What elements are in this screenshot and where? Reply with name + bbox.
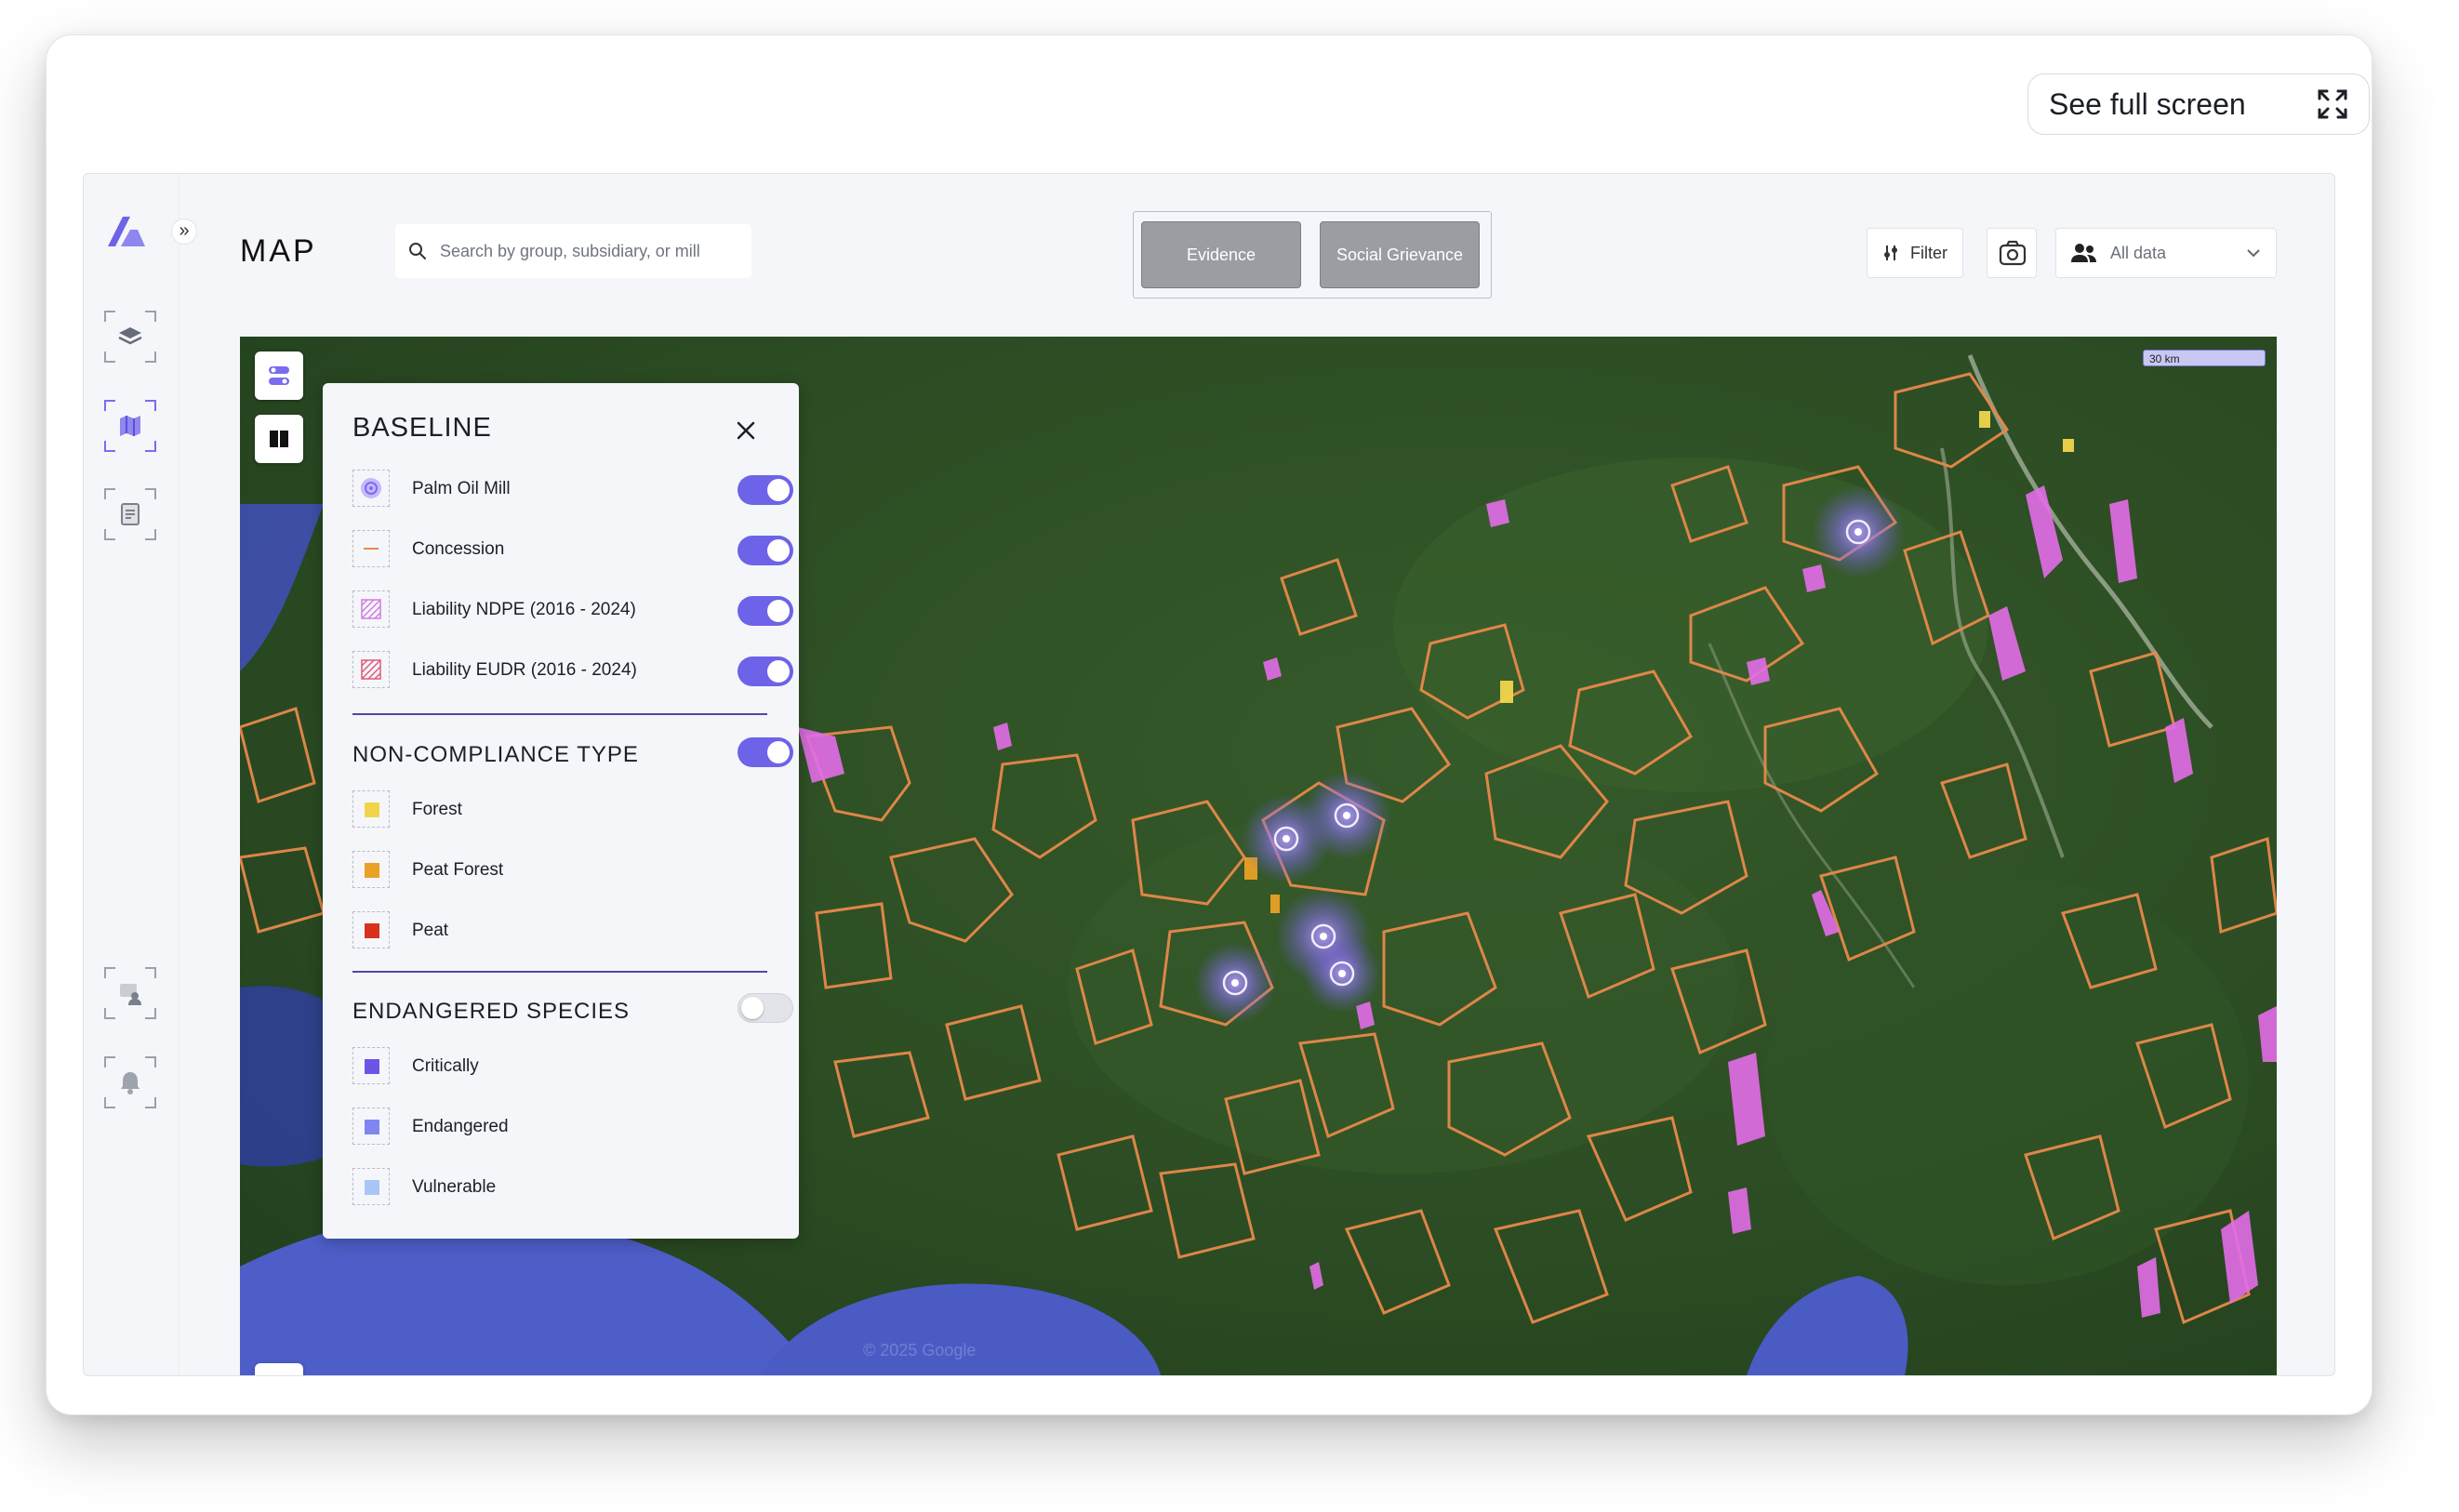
legend-item-endangered: Endangered (352, 1107, 762, 1148)
legend-item-peat-forest: Peat Forest (352, 851, 762, 892)
page-title: MAP (240, 233, 317, 269)
toggle-noncompliance[interactable] (738, 737, 793, 767)
document-icon (121, 503, 140, 525)
users-icon (2071, 244, 2096, 262)
baseline-title: BASELINE (352, 413, 492, 443)
toggle-liability-ndpe[interactable] (738, 596, 793, 626)
sidebar-item-map[interactable] (104, 400, 156, 452)
toggle-concession[interactable] (738, 536, 793, 565)
sidebar-item-notifications[interactable] (104, 1056, 156, 1108)
legend-item-concession: Concession (352, 530, 793, 571)
filter-icon (1884, 245, 1897, 260)
browser-window: See full screen » MAP Search by group, s… (46, 34, 2373, 1415)
toggle-palm-oil-mill[interactable] (738, 475, 793, 505)
view-toggle-group: Evidence Social Grievance (1133, 211, 1492, 298)
hatch-icon (361, 599, 381, 619)
noncompliance-title: NON-COMPLIANCE TYPE (352, 742, 639, 767)
map-icon (120, 416, 140, 436)
legend-label: Critically (412, 1056, 479, 1076)
see-full-screen-label: See full screen (2049, 86, 2246, 121)
legend-label: Endangered (412, 1117, 509, 1136)
tab-social-grievance[interactable]: Social Grievance (1320, 221, 1480, 288)
swatch (352, 1107, 390, 1145)
filter-label: Filter (1910, 243, 1947, 262)
layers-icon (118, 327, 142, 345)
group-icon (120, 984, 141, 1005)
chevron-down-icon (2247, 249, 2260, 258)
search-placeholder: Search by group, subsidiary, or mill (440, 241, 700, 260)
search-icon (409, 243, 426, 259)
data-scope-select[interactable]: All data (2055, 228, 2277, 278)
swatch (352, 911, 390, 948)
book-icon (270, 431, 288, 447)
basemap-button[interactable] (255, 415, 303, 463)
legend-item-forest: Forest (352, 790, 762, 831)
map-scale-bar: 30 km (2143, 350, 2266, 366)
legend-label: Concession (412, 539, 505, 559)
sidebar-item-documents[interactable] (104, 488, 156, 540)
map-attribution: © 2025 Google (863, 1341, 977, 1359)
legend-item-critically: Critically (352, 1047, 762, 1088)
expand-icon (2318, 89, 2347, 119)
legend-label: Peat Forest (412, 860, 504, 880)
section-divider (352, 713, 767, 715)
legend-item-palm-oil-mill: Palm Oil Mill (352, 470, 793, 511)
hatch-icon (361, 659, 381, 680)
legend-label: Forest (412, 800, 462, 819)
swatch (352, 530, 390, 567)
legend-item-peat: Peat (352, 911, 762, 952)
map-extra-button[interactable] (255, 1363, 303, 1375)
bell-icon (121, 1072, 140, 1094)
legend-item-vulnerable: Vulnerable (352, 1168, 762, 1209)
legend-toggle-button[interactable] (255, 351, 303, 400)
see-full-screen-button[interactable]: See full screen (2027, 73, 2370, 135)
swatch (352, 1168, 390, 1205)
legend-label: Palm Oil Mill (412, 479, 511, 498)
search-input[interactable]: Search by group, subsidiary, or mill (395, 224, 751, 278)
swatch (352, 470, 390, 507)
swatch (352, 851, 390, 888)
tab-evidence[interactable]: Evidence (1141, 221, 1301, 288)
data-scope-value: All data (2110, 243, 2167, 262)
swatch (352, 590, 390, 628)
legend-item-liability-ndpe: Liability NDPE (2016 - 2024) (352, 590, 793, 631)
app-container: » MAP Search by group, subsidiary, or mi… (83, 173, 2335, 1376)
swatch (352, 651, 390, 688)
swatch (352, 790, 390, 828)
legend-label: Liability NDPE (2016 - 2024) (412, 600, 636, 619)
legend-label: Peat (412, 921, 449, 940)
close-icon[interactable] (732, 417, 760, 444)
camera-icon (1999, 240, 2027, 266)
swatch (352, 1047, 390, 1084)
filter-button[interactable]: Filter (1867, 228, 1963, 278)
section-divider (352, 971, 767, 973)
toggle-endangered-species[interactable] (738, 993, 793, 1023)
toggle-liability-eudr[interactable] (738, 657, 793, 686)
legend-label: Vulnerable (412, 1177, 497, 1197)
legend-panel: BASELINE Palm Oil Mill Concession Liabil… (323, 383, 799, 1239)
sidebar-item-layers[interactable] (104, 311, 156, 363)
sidebar: » (84, 174, 197, 1375)
legend-label: Liability EUDR (2016 - 2024) (412, 660, 637, 680)
app-logo (108, 217, 145, 246)
sidebar-item-groups[interactable] (104, 967, 156, 1019)
sidebar-expand-button[interactable]: » (171, 219, 197, 245)
legend-item-liability-eudr: Liability EUDR (2016 - 2024) (352, 651, 793, 692)
species-title: ENDANGERED SPECIES (352, 999, 631, 1024)
mill-icon (361, 478, 381, 498)
screenshot-button[interactable] (1987, 228, 2037, 278)
layers-toggle-icon (269, 366, 289, 385)
